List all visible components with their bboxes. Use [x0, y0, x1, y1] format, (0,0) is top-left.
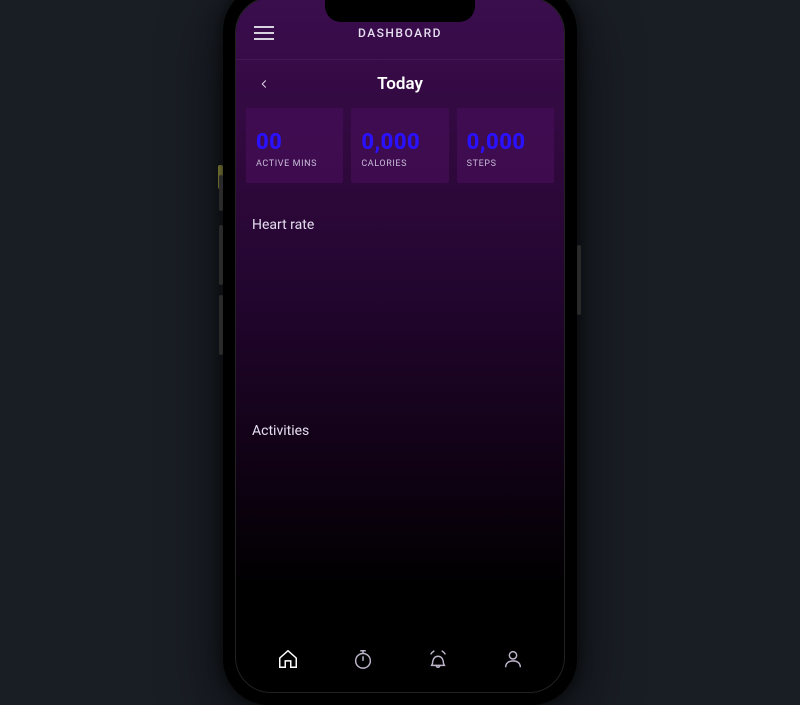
previous-day-button[interactable] — [252, 72, 276, 96]
page-title: DASHBOARD — [254, 26, 546, 40]
home-icon — [277, 648, 299, 670]
user-icon — [502, 648, 524, 670]
bell-icon — [427, 648, 449, 670]
activities-section-title: Activities — [236, 403, 564, 439]
volume-up-button — [219, 175, 223, 211]
heart-rate-chart-area — [236, 233, 564, 403]
stat-card-steps[interactable]: 0,000 STEPS — [457, 108, 554, 183]
tab-profile[interactable] — [488, 639, 538, 679]
stat-value: 0,000 — [361, 130, 438, 155]
tab-bar — [236, 634, 564, 692]
tab-timer[interactable] — [338, 639, 388, 679]
heart-rate-section-title: Heart rate — [236, 197, 564, 233]
day-navigation: Today — [236, 60, 564, 108]
day-label: Today — [377, 74, 423, 94]
power-button — [577, 245, 581, 315]
stat-label: ACTIVE MINS — [256, 159, 333, 169]
stopwatch-icon — [352, 648, 374, 670]
phone-frame: DASHBOARD Today 00 ACTIVE MINS 0,000 CAL… — [223, 0, 577, 705]
volume-down-button — [219, 225, 223, 285]
chevron-left-icon — [257, 77, 271, 91]
stat-card-active-mins[interactable]: 00 ACTIVE MINS — [246, 108, 343, 183]
volume-down-button-2 — [219, 295, 223, 355]
tab-home[interactable] — [263, 639, 313, 679]
stat-value: 00 — [256, 130, 333, 155]
stat-label: STEPS — [467, 159, 544, 169]
stat-card-calories[interactable]: 0,000 CALORIES — [351, 108, 448, 183]
stat-value: 0,000 — [467, 130, 544, 155]
activities-area — [236, 439, 564, 519]
tab-alerts[interactable] — [413, 639, 463, 679]
stat-label: CALORIES — [361, 159, 438, 169]
stats-row: 00 ACTIVE MINS 0,000 CALORIES 0,000 STEP… — [236, 108, 564, 183]
app-screen: DASHBOARD Today 00 ACTIVE MINS 0,000 CAL… — [236, 0, 564, 692]
phone-screen-bezel: DASHBOARD Today 00 ACTIVE MINS 0,000 CAL… — [235, 0, 565, 693]
notch — [325, 0, 475, 22]
